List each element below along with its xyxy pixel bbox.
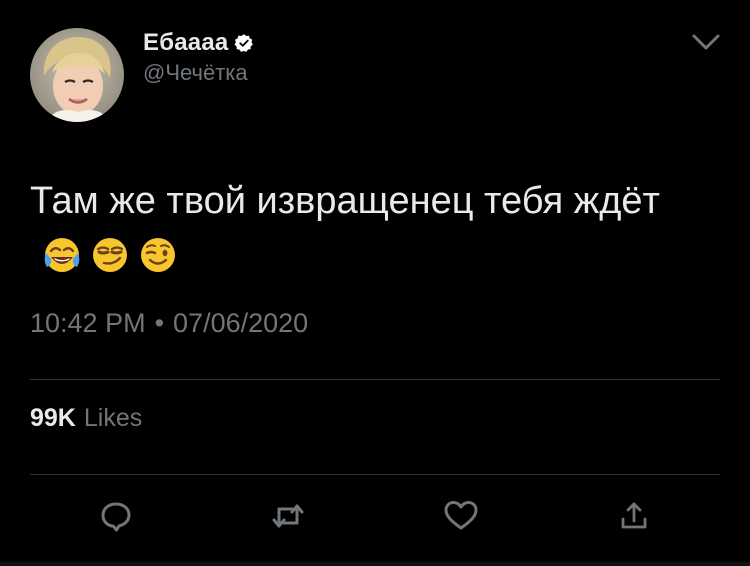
like-icon [443, 499, 479, 538]
smirking-face-icon [90, 235, 130, 275]
tweet-text: Там же твой извращенец тебя ждёт [30, 175, 710, 279]
likes-label: Likes [83, 404, 143, 432]
likes-stat[interactable]: 99K Likes [30, 404, 142, 433]
retweet-button[interactable] [270, 500, 306, 536]
chevron-down-icon[interactable] [690, 30, 722, 54]
display-name[interactable]: Ебаааа [143, 29, 228, 57]
reply-icon [99, 499, 133, 538]
verified-badge-icon [234, 33, 254, 53]
tweet-timestamp[interactable]: 10:42 PM • 07/06/2020 [30, 308, 308, 339]
tweet-time: 10:42 PM [30, 308, 146, 338]
tweet-body: Там же твой извращенец тебя ждёт [30, 180, 660, 222]
emoji-row [42, 235, 178, 275]
reply-button[interactable] [98, 500, 134, 536]
avatar[interactable] [30, 28, 124, 122]
share-button[interactable] [616, 500, 652, 536]
winking-face-icon [138, 235, 178, 275]
like-button[interactable] [443, 500, 479, 536]
author-name-row[interactable]: Ебаааа [143, 28, 254, 58]
divider-bottom [30, 474, 720, 475]
tweet-date: 07/06/2020 [173, 308, 309, 338]
meta-separator: • [154, 308, 165, 338]
author-handle[interactable]: @Чечётка [143, 60, 248, 86]
likes-count: 99K [30, 404, 76, 432]
retweet-icon [270, 499, 306, 538]
face-with-tears-of-joy-icon [42, 235, 82, 275]
bottom-edge [0, 562, 750, 566]
divider-top [30, 379, 720, 380]
share-icon [618, 499, 650, 538]
